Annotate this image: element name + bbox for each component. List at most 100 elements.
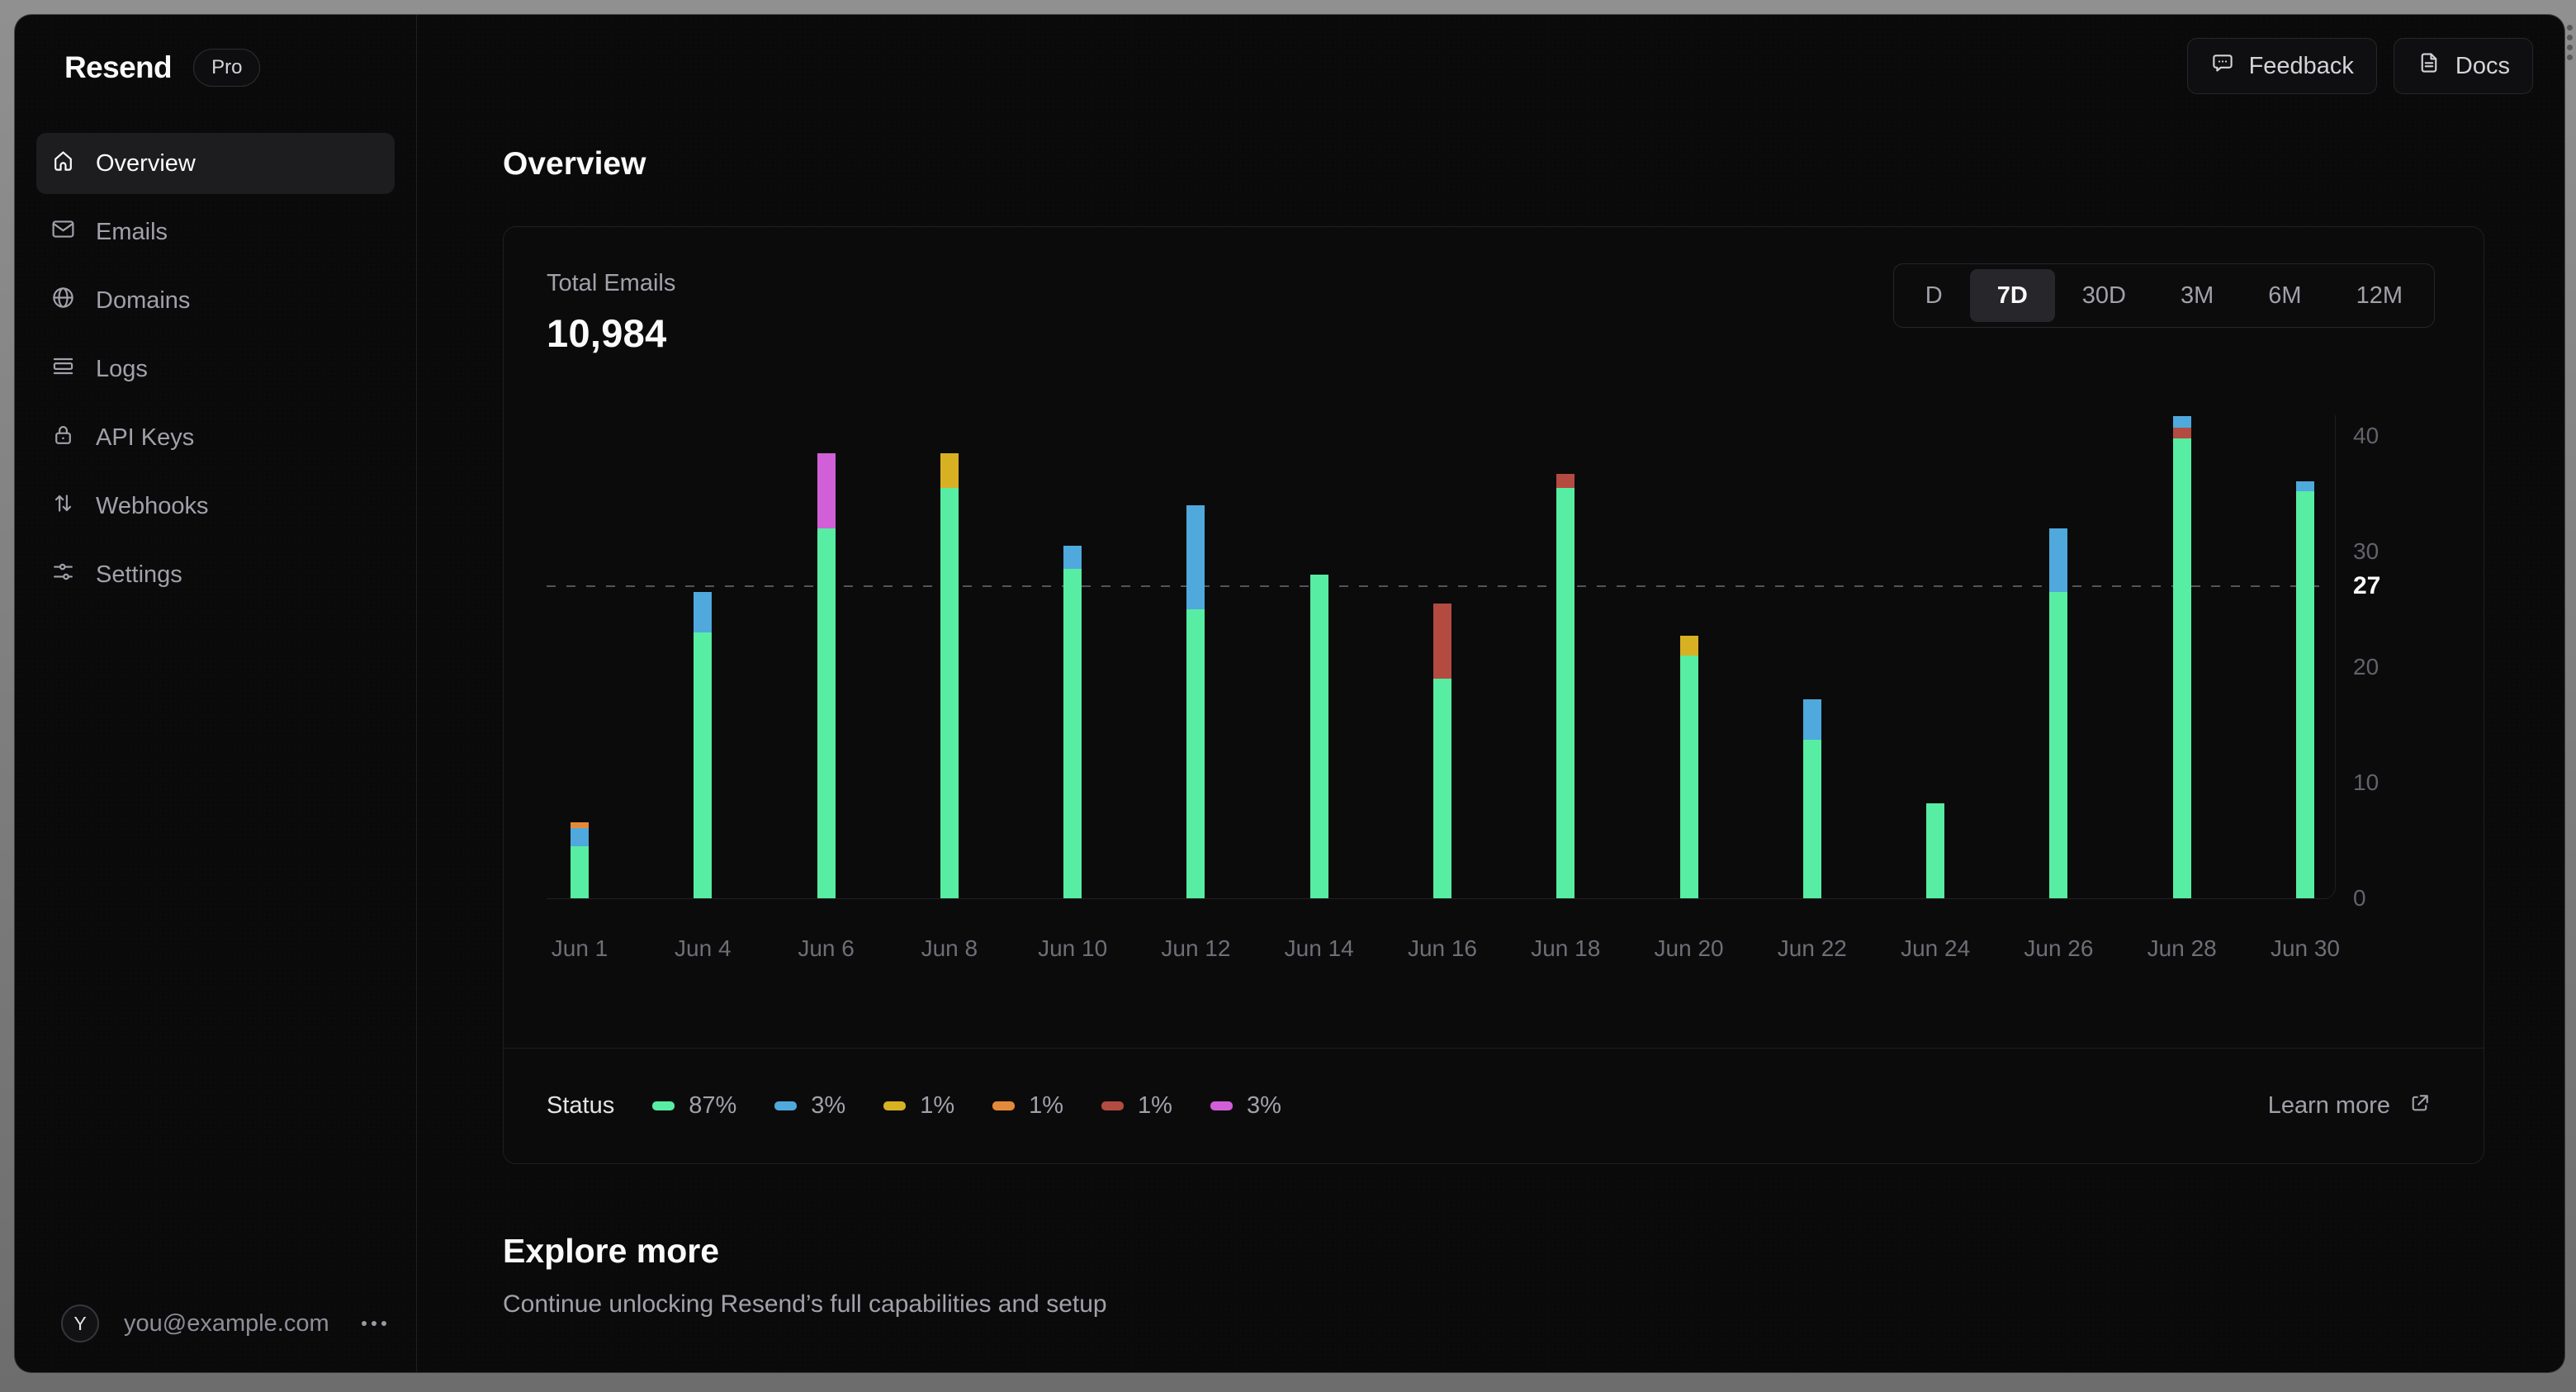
bar-segment-green bbox=[2172, 438, 2191, 898]
legend-item-yellow: 1% bbox=[883, 1092, 954, 1120]
y-axis-reference-value: 27 bbox=[2353, 572, 2381, 599]
x-axis-label: Jun 22 bbox=[1777, 935, 1847, 961]
pro-plan-badge: Pro bbox=[193, 49, 261, 87]
sidebar-item-label: Logs bbox=[96, 355, 148, 382]
bar-segment-green bbox=[1556, 488, 1575, 898]
x-axis-label: Jun 10 bbox=[1038, 935, 1108, 961]
y-axis-tick: 0 bbox=[2353, 885, 2366, 911]
x-axis-label: Jun 8 bbox=[921, 935, 978, 961]
explore-section: Explore more Continue unlocking Resend’s… bbox=[503, 1232, 2564, 1319]
bar-segment-blue bbox=[2295, 481, 2314, 492]
bar-segment-green bbox=[571, 846, 589, 898]
x-axis-label: Jun 14 bbox=[1284, 935, 1354, 961]
legend-pct: 87% bbox=[689, 1092, 737, 1119]
legend-item-red: 1% bbox=[1101, 1092, 1172, 1120]
top-actions: Feedback Docs bbox=[2186, 38, 2533, 94]
globe-icon bbox=[50, 285, 76, 317]
feedback-button[interactable]: Feedback bbox=[2186, 38, 2377, 94]
x-axis-label: Jun 30 bbox=[2270, 935, 2341, 961]
docs-button-label: Docs bbox=[2455, 52, 2510, 79]
sidebar-item-label: Settings bbox=[96, 561, 182, 588]
explore-title: Explore more bbox=[503, 1232, 720, 1270]
sidebar: Resend Pro Overview Emails Domains Logs … bbox=[15, 15, 417, 1372]
user-email: you@example.com bbox=[124, 1309, 329, 1337]
explore-subtitle: Continue unlocking Resend’s full capabil… bbox=[503, 1290, 1107, 1318]
bar-segment-green bbox=[2295, 491, 2314, 898]
docs-button[interactable]: Docs bbox=[2393, 38, 2533, 94]
bar-segment-yellow bbox=[1679, 636, 1698, 656]
sidebar-item-overview[interactable]: Overview bbox=[36, 133, 395, 194]
bar-segment-blue bbox=[694, 592, 713, 632]
bar-segment-green bbox=[1309, 575, 1328, 898]
frame-scrollbar-dots bbox=[2567, 25, 2573, 60]
bar-segment-green bbox=[1802, 740, 1821, 898]
bar-segment-green bbox=[2049, 592, 2068, 898]
bar-segment-purple bbox=[817, 453, 836, 528]
yellow-swatch bbox=[883, 1101, 907, 1110]
legend-items: 87% 3% 1% 1% 1% 3% bbox=[652, 1092, 1281, 1120]
bar-segment-green bbox=[940, 488, 959, 898]
x-axis-label: Jun 16 bbox=[1407, 935, 1478, 961]
screenshot-frame: Resend Pro Overview Emails Domains Logs … bbox=[0, 0, 2576, 1392]
page-title: Overview bbox=[503, 146, 646, 182]
bar-segment-red bbox=[1432, 604, 1451, 679]
x-axis-label: Jun 1 bbox=[551, 935, 608, 961]
legend-title: Status bbox=[547, 1092, 615, 1119]
bar-segment-green bbox=[1186, 609, 1205, 898]
sidebar-item-domains[interactable]: Domains bbox=[36, 270, 395, 331]
red-swatch bbox=[1101, 1101, 1125, 1110]
bar-segment-blue bbox=[2172, 416, 2191, 428]
y-axis-tick: 20 bbox=[2353, 654, 2379, 679]
legend-pct: 1% bbox=[1029, 1092, 1064, 1119]
learn-more-link[interactable]: Learn more bbox=[2268, 1091, 2432, 1122]
x-axis-label: Jun 12 bbox=[1161, 935, 1231, 961]
bar-segment-green bbox=[1926, 803, 1945, 898]
purple-swatch bbox=[1210, 1101, 1233, 1110]
lock-icon bbox=[50, 422, 76, 454]
logs-icon bbox=[50, 353, 76, 386]
sidebar-item-emails[interactable]: Emails bbox=[36, 201, 395, 263]
speech-bubble-icon bbox=[2210, 50, 2235, 82]
legend-pct: 3% bbox=[811, 1092, 846, 1119]
bar-segment-blue bbox=[571, 827, 589, 846]
bar-segment-green bbox=[694, 632, 713, 898]
sliders-icon bbox=[50, 559, 76, 591]
x-axis-label: Jun 18 bbox=[1531, 935, 1601, 961]
bar-segment-blue bbox=[2049, 528, 2068, 592]
sidebar-item-api-keys[interactable]: API Keys bbox=[36, 407, 395, 468]
legend-pct: 1% bbox=[1138, 1092, 1172, 1119]
bar-segment-red bbox=[1556, 474, 1575, 488]
bar-segment-yellow bbox=[940, 453, 959, 488]
orange-swatch bbox=[992, 1101, 1016, 1110]
user-menu-ellipsis-icon[interactable] bbox=[357, 1313, 391, 1334]
user-row: Y you@example.com bbox=[61, 1304, 391, 1342]
logo-row: Resend Pro bbox=[64, 48, 416, 88]
sidebar-item-label: Webhooks bbox=[96, 492, 209, 519]
app-window: Resend Pro Overview Emails Domains Logs … bbox=[15, 15, 2564, 1372]
legend-pct: 3% bbox=[1246, 1092, 1281, 1119]
legend-item-purple: 3% bbox=[1210, 1092, 1281, 1120]
external-link-icon bbox=[2408, 1091, 2432, 1122]
y-axis-tick: 40 bbox=[2353, 423, 2379, 448]
home-icon bbox=[50, 148, 76, 180]
bar-segment-green bbox=[1063, 569, 1082, 898]
main-area: Feedback Docs Overview Total Emails 10,9… bbox=[417, 15, 2564, 1372]
legend-item-orange: 1% bbox=[992, 1092, 1063, 1120]
sidebar-nav: Overview Emails Domains Logs API Keys We… bbox=[36, 133, 395, 605]
feedback-button-label: Feedback bbox=[2248, 52, 2354, 79]
bar-segment-green bbox=[817, 528, 836, 898]
avatar: Y bbox=[61, 1304, 99, 1342]
sidebar-item-logs[interactable]: Logs bbox=[36, 339, 395, 400]
chart-layer: 0 10 20 30 40 27 Jun 1 Jun 4 Jun 6 Jun 8 Jun 10 Jun… bbox=[504, 227, 2484, 1163]
sidebar-item-label: Domains bbox=[96, 286, 191, 314]
legend-pct: 1% bbox=[920, 1092, 955, 1119]
sidebar-item-settings[interactable]: Settings bbox=[36, 544, 395, 605]
total-emails-card: Total Emails 10,984 D 7D 30D 3M 6M 12M 0… bbox=[503, 226, 2484, 1164]
sidebar-item-webhooks[interactable]: Webhooks bbox=[36, 476, 395, 537]
bar-segment-green bbox=[1432, 679, 1451, 898]
bar-segment-green bbox=[1679, 656, 1698, 898]
x-axis-label: Jun 26 bbox=[2024, 935, 2094, 961]
legend-item-blue: 3% bbox=[774, 1092, 845, 1120]
y-axis-tick: 30 bbox=[2353, 538, 2379, 564]
sidebar-item-label: Overview bbox=[96, 149, 196, 177]
